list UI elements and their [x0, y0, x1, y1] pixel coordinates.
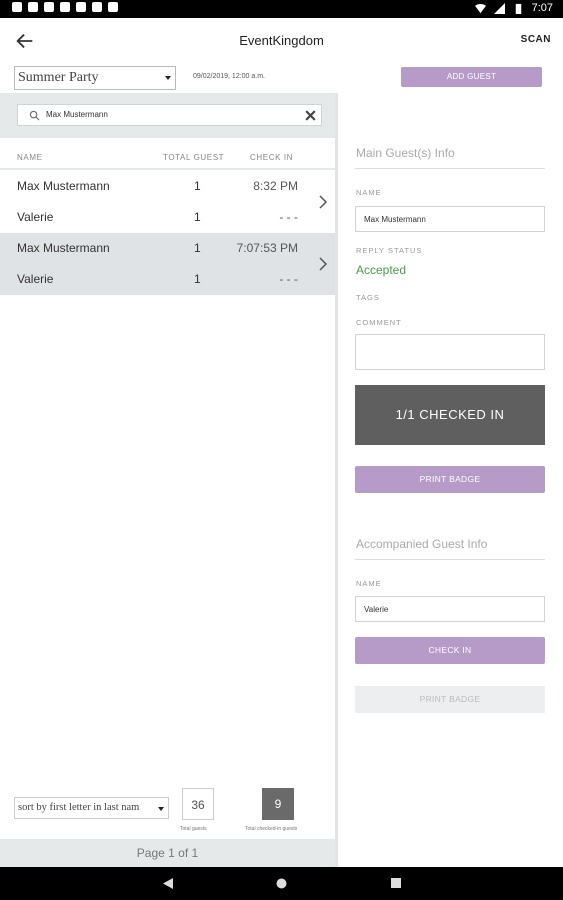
table-header: NAME TOTAL GUEST CHECK IN: [0, 138, 335, 168]
guest-checkin-time: - - -: [279, 210, 298, 224]
total-guests-label: Total guests: [180, 826, 207, 832]
notification-icon: [76, 2, 86, 12]
guest-name: Max Mustermann: [17, 241, 110, 255]
event-date: 09/02/2019, 12:00 a.m.: [193, 73, 265, 80]
guest-group-row-selected[interactable]: Max Mustermann 1 7:07:53 PM Valerie 1 - …: [0, 233, 335, 295]
name-label: NAME: [356, 188, 382, 197]
accompanied-name-label: NAME: [356, 579, 382, 588]
main-guest-info-title: Main Guest(s) Info: [356, 146, 455, 160]
search-value: Max Mustermann: [46, 110, 108, 119]
notification-icon: [28, 2, 38, 12]
table-row: Valerie 1 - - -: [0, 202, 310, 233]
guest-total: 1: [194, 272, 201, 286]
event-select[interactable]: Summer Party: [14, 66, 176, 90]
checked-in-count: 9: [262, 788, 294, 820]
guest-detail-panel: Main Guest(s) Info NAME Max Mustermann R…: [341, 93, 563, 867]
app-title: EventKingdom: [239, 33, 324, 48]
search-bar: Max Mustermann: [0, 93, 335, 138]
guest-name: Valerie: [17, 210, 54, 224]
checked-in-status[interactable]: 1/1 CHECKED IN: [355, 385, 545, 445]
comment-field[interactable]: [355, 334, 545, 370]
chevron-right-icon: [319, 195, 328, 209]
total-guests-count: 36: [182, 788, 214, 820]
comment-label: COMMENT: [356, 318, 402, 327]
print-badge-button[interactable]: PRINT BADGE: [355, 466, 545, 493]
sort-select[interactable]: sort by first letter in last nam: [14, 797, 169, 819]
pagination: Page 1 of 1: [0, 839, 335, 867]
divider: [0, 168, 335, 170]
divider: [355, 559, 545, 560]
guest-list-panel: Max Mustermann NAME TOTAL GUEST CHECK IN…: [0, 93, 338, 867]
accompanied-guest-info-title: Accompanied Guest Info: [356, 537, 488, 551]
dropdown-caret-icon: [165, 76, 171, 80]
wifi-icon: [474, 3, 486, 13]
guest-total: 1: [194, 241, 201, 255]
notification-icon: [92, 2, 102, 12]
notification-icon: [60, 2, 70, 12]
dropdown-caret-icon: [158, 807, 164, 811]
guest-checkin-time: 7:07:53 PM: [236, 241, 298, 255]
clear-icon[interactable]: [304, 109, 317, 122]
battery-icon: [515, 3, 521, 14]
guest-checkin-time: - - -: [279, 272, 298, 286]
guest-group-row[interactable]: Max Mustermann 1 8:32 PM Valerie 1 - - -: [0, 171, 335, 233]
status-bar: 7:07: [0, 0, 563, 18]
scan-button[interactable]: SCAN: [521, 34, 551, 45]
table-row: Valerie 1 - - -: [0, 264, 310, 295]
nav-recents-icon[interactable]: [391, 878, 401, 888]
signal-icon: [493, 2, 505, 14]
search-icon: [29, 110, 40, 121]
accompanied-name-value: Valerie: [364, 605, 389, 614]
event-toolbar: Summer Party 09/02/2019, 12:00 a.m. ADD …: [0, 63, 563, 93]
chevron-right-icon: [319, 257, 328, 271]
nav-home-icon[interactable]: [276, 878, 287, 889]
column-header-checkin: CHECK IN: [250, 153, 294, 162]
guest-total: 1: [194, 210, 201, 224]
event-select-value: Summer Party: [18, 70, 99, 85]
table-row: Max Mustermann 1 8:32 PM: [0, 171, 310, 202]
checked-in-label: Total checked-in guests: [245, 826, 298, 832]
accompanied-print-badge-button: PRINT BADGE: [355, 686, 545, 713]
nav-back-icon[interactable]: [163, 878, 174, 889]
table-row: Max Mustermann 1 7:07:53 PM: [0, 233, 310, 264]
reply-status-value: Accepted: [356, 263, 407, 277]
accompanied-name-field[interactable]: Valerie: [355, 596, 545, 622]
notification-icon: [12, 2, 22, 12]
app-bar: EventKingdom SCAN: [0, 18, 563, 63]
system-nav-bar: [0, 867, 563, 900]
name-field[interactable]: Max Mustermann: [355, 206, 545, 232]
divider: [355, 168, 545, 169]
guest-name: Valerie: [17, 272, 54, 286]
search-input[interactable]: Max Mustermann: [17, 104, 322, 126]
notification-icon: [108, 2, 118, 12]
check-in-button[interactable]: CHECK IN: [355, 637, 545, 664]
sort-select-value: sort by first letter in last nam: [18, 802, 140, 813]
column-header-total: TOTAL GUEST: [163, 153, 225, 162]
notification-icon: [44, 2, 54, 12]
column-header-name: NAME: [17, 153, 43, 162]
tags-label: TAGS: [356, 293, 380, 302]
notification-icons: [12, 2, 118, 12]
name-field-value: Max Mustermann: [364, 215, 426, 224]
guest-name: Max Mustermann: [17, 179, 110, 193]
guest-total: 1: [194, 179, 201, 193]
add-guest-button[interactable]: ADD GUEST: [401, 67, 542, 87]
reply-status-label: REPLY STATUS: [356, 246, 423, 255]
status-time: 7:07: [531, 2, 553, 14]
guest-checkin-time: 8:32 PM: [253, 179, 298, 193]
